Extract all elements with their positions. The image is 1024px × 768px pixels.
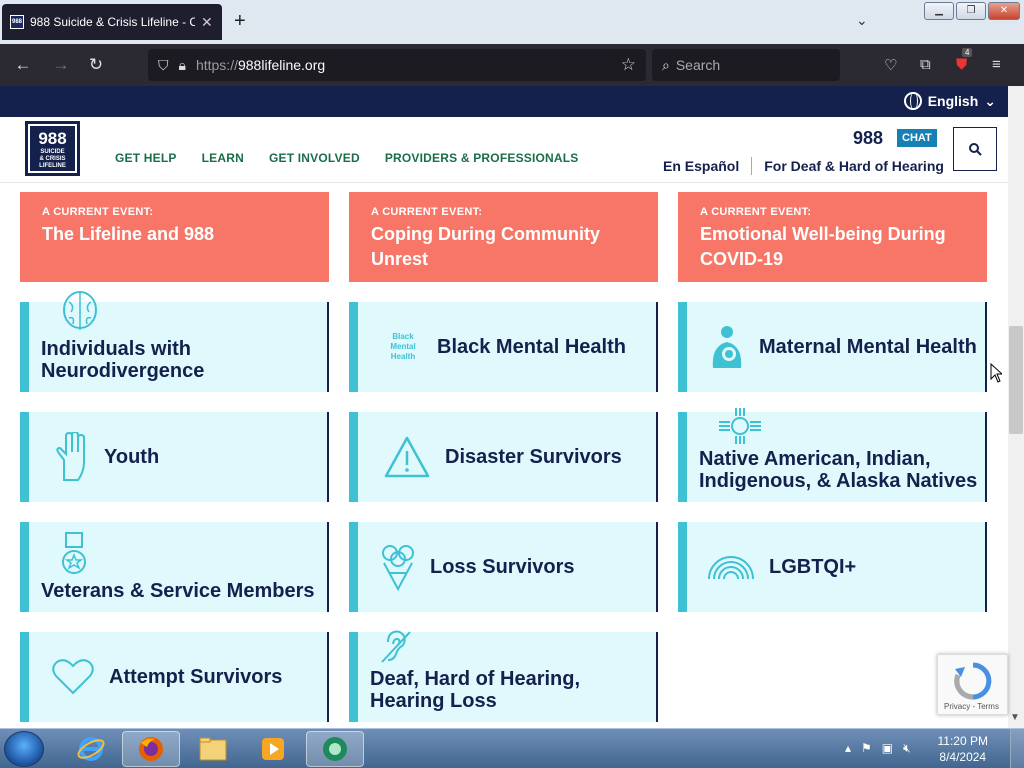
network-icon[interactable]: ▣ xyxy=(882,741,893,756)
browser-tabstrip: 988 988 Suicide & Crisis Lifeline - C ✕ … xyxy=(0,0,1024,44)
lock-icon[interactable]: 🔒︎ xyxy=(179,57,186,74)
show-desktop-button[interactable] xyxy=(1010,729,1024,768)
warning-icon xyxy=(383,435,431,479)
site-logo[interactable]: 988 SUICIDE & CRISIS LIFELINE xyxy=(25,121,80,176)
black-mental-health-icon: Black Mental Health xyxy=(390,332,416,361)
hand-icon xyxy=(54,432,90,482)
header-sublinks: En Español For Deaf & Hard of Hearing xyxy=(663,157,944,175)
pocket-icon[interactable]: ♡ xyxy=(884,56,897,74)
rainbow-icon xyxy=(707,553,755,581)
clock[interactable]: 11:20 PM 8/4/2024 xyxy=(938,733,988,765)
card-neurodivergence[interactable]: Individuals with Neurodivergence xyxy=(20,291,329,392)
site-favicon-icon: 988 xyxy=(10,15,24,29)
shield-icon[interactable]: ⛉ xyxy=(158,57,169,74)
back-button[interactable]: ← xyxy=(12,54,34,76)
new-tab-button[interactable]: + xyxy=(234,10,246,33)
site-search-button[interactable] xyxy=(953,127,997,171)
language-selector[interactable]: English ⌄ xyxy=(903,92,996,110)
medal-icon xyxy=(61,532,87,576)
bouquet-icon xyxy=(378,543,418,591)
card-lgbtqi[interactable]: LGBTQI+ xyxy=(678,522,987,612)
ear-icon xyxy=(380,630,414,664)
browser-toolbar: ← → ↻ ⛉ 🔒︎ https://988lifeline.org ☆ ⌕ S… xyxy=(0,44,1024,86)
card-youth[interactable]: Youth xyxy=(20,412,329,502)
tab-title: 988 Suicide & Crisis Lifeline - C xyxy=(30,15,195,29)
card-attempt-survivors[interactable]: Attempt Survivors xyxy=(20,632,329,722)
nav-providers[interactable]: PROVIDERS & PROFESSIONALS xyxy=(385,151,579,165)
heart-icon xyxy=(51,658,95,696)
browser-tab[interactable]: 988 988 Suicide & Crisis Lifeline - C ✕ xyxy=(2,4,222,40)
scrollbar-thumb[interactable] xyxy=(1009,326,1023,434)
nav-get-involved[interactable]: GET INVOLVED xyxy=(269,151,360,165)
search-field[interactable]: ⌕ Search xyxy=(652,49,840,81)
card-disaster-survivors[interactable]: Disaster Survivors xyxy=(349,412,658,502)
chevron-down-icon: ⌄ xyxy=(984,92,996,109)
firefox-icon[interactable] xyxy=(122,731,180,767)
nav-get-help[interactable]: GET HELP xyxy=(115,151,177,165)
file-explorer-icon[interactable] xyxy=(184,731,242,767)
app-icon[interactable] xyxy=(306,731,364,767)
window-controls: ▁ ❐ ✕ xyxy=(924,2,1020,20)
list-tabs-button[interactable]: ⌄ xyxy=(856,12,868,29)
media-player-icon[interactable] xyxy=(244,731,302,767)
search-placeholder: Search xyxy=(675,57,721,73)
page-content: A CURRENT EVENT: The Lifeline and 988 A … xyxy=(0,184,1008,728)
mouse-cursor-icon xyxy=(990,363,1002,383)
site-header: 988 SUICIDE & CRISIS LIFELINE GET HELP L… xyxy=(0,117,1008,183)
recaptcha-links[interactable]: Privacy - Terms xyxy=(944,702,999,711)
card-deaf-hard-of-hearing[interactable]: Deaf, Hard of Hearing, Hearing Loss xyxy=(349,630,658,722)
event-card[interactable]: A CURRENT EVENT: Coping During Community… xyxy=(349,192,658,282)
extensions-icon[interactable]: ⧉ xyxy=(920,56,931,73)
zia-sun-icon xyxy=(717,406,763,446)
address-bar[interactable]: ⛉ 🔒︎ https://988lifeline.org ☆ xyxy=(148,49,646,81)
mother-child-icon xyxy=(707,324,747,370)
search-icon: ⌕ xyxy=(662,56,670,73)
recaptcha-badge[interactable]: Privacy - Terms xyxy=(937,654,1008,715)
card-black-mental-health[interactable]: Black Mental Health Black Mental Health xyxy=(349,302,658,392)
card-native-american[interactable]: Native American, Indian, Indigenous, & A… xyxy=(678,408,987,502)
show-hidden-icons-icon[interactable]: ▴ xyxy=(845,741,851,756)
nav-learn[interactable]: LEARN xyxy=(202,151,244,165)
restore-button[interactable]: ❐ xyxy=(956,2,986,20)
chat-button[interactable]: CHAT xyxy=(897,129,937,147)
brain-icon xyxy=(61,290,99,334)
volume-muted-icon[interactable]: 🔇︎ xyxy=(903,741,911,756)
globe-icon xyxy=(903,92,922,110)
deaf-link[interactable]: For Deaf & Hard of Hearing xyxy=(764,158,944,174)
card-veterans[interactable]: Veterans & Service Members xyxy=(20,522,329,612)
taskbar: ▴ ⚑ ▣ 🔇︎ 11:20 PM 8/4/2024 xyxy=(0,728,1024,768)
system-tray-icons: ▴ ⚑ ▣ 🔇︎ xyxy=(845,741,911,756)
page-scrollbar[interactable] xyxy=(1008,86,1024,728)
event-card[interactable]: A CURRENT EVENT: The Lifeline and 988 xyxy=(20,192,329,282)
forward-button[interactable]: → xyxy=(50,54,72,76)
call-988-link[interactable]: 988 xyxy=(853,128,883,149)
bookmark-star-icon[interactable]: ☆ xyxy=(621,55,636,75)
card-loss-survivors[interactable]: Loss Survivors xyxy=(349,522,658,612)
main-nav: GET HELP LEARN GET INVOLVED PROVIDERS & … xyxy=(115,151,579,165)
action-center-flag-icon[interactable]: ⚑ xyxy=(861,741,872,756)
card-maternal-mental-health[interactable]: Maternal Mental Health xyxy=(678,302,987,392)
minimize-button[interactable]: ▁ xyxy=(924,2,954,20)
reload-button[interactable]: ↻ xyxy=(85,54,107,76)
extension-badge: 4 xyxy=(962,48,973,57)
espanol-link[interactable]: En Español xyxy=(663,158,739,174)
url-text[interactable]: https://988lifeline.org xyxy=(196,57,325,73)
event-card[interactable]: A CURRENT EVENT: Emotional Well-being Du… xyxy=(678,192,987,282)
close-window-button[interactable]: ✕ xyxy=(988,2,1020,20)
language-bar: English ⌄ xyxy=(0,86,1008,117)
internet-explorer-icon[interactable] xyxy=(62,731,120,767)
recaptcha-logo-icon xyxy=(954,662,992,700)
search-icon xyxy=(969,143,982,156)
menu-icon[interactable]: ≡ xyxy=(992,56,1001,73)
ublock-icon[interactable]: ⛊ xyxy=(956,56,967,73)
close-tab-icon[interactable]: ✕ xyxy=(201,14,213,31)
start-button[interactable] xyxy=(4,731,44,767)
scroll-down-arrow-icon[interactable]: ▼ xyxy=(1010,712,1020,723)
language-label: English xyxy=(927,93,979,109)
divider xyxy=(751,157,753,175)
